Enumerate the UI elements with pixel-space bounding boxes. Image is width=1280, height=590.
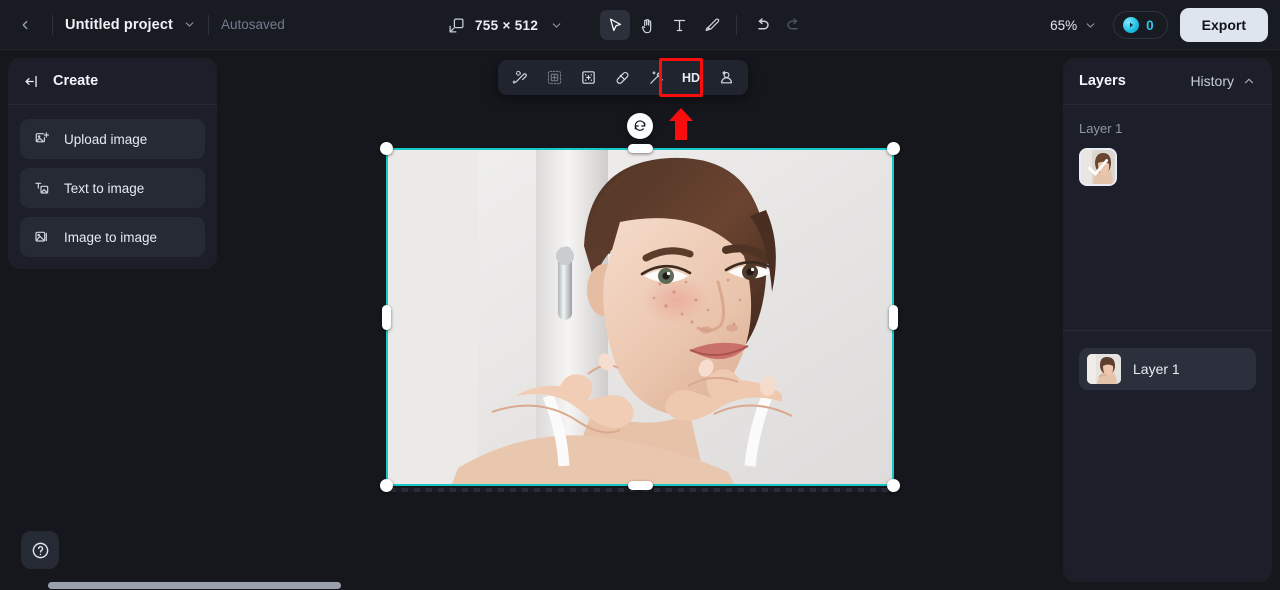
hand-tool[interactable] (632, 10, 662, 40)
rotate-handle-icon (633, 119, 647, 133)
export-button[interactable]: Export (1179, 8, 1268, 42)
help-circle-icon (31, 541, 50, 560)
history-section: Layer 1 (1063, 105, 1272, 186)
create-panel-title: Create (53, 73, 99, 89)
canvas-size-value: 755 × 512 (475, 17, 539, 33)
undo-button[interactable] (747, 10, 777, 40)
history-thumbnail[interactable] (1079, 148, 1117, 186)
young-woman-touching-face-photo (388, 150, 892, 484)
create-panel-header: Create (8, 58, 217, 105)
list-item[interactable]: Layer 1 (1079, 348, 1256, 390)
canvas-size-control[interactable]: 755 × 512 (448, 0, 563, 50)
zoom-control[interactable]: 65% (1046, 14, 1101, 37)
tool-group (600, 0, 809, 50)
check-icon (1081, 150, 1115, 184)
layer-thumbnail (1087, 354, 1121, 384)
chevron-down-icon (183, 18, 196, 31)
resize-handle-top-left[interactable] (380, 142, 393, 155)
divider (736, 15, 737, 35)
project-name: Untitled project (65, 16, 173, 33)
autosaved-status: Autosaved (220, 17, 285, 32)
red-up-arrow-icon (668, 108, 694, 140)
create-panel: Create Upload image Text to image Image … (8, 58, 217, 269)
chevron-up-icon (1242, 74, 1256, 88)
eraser-button[interactable] (606, 64, 638, 91)
divider (52, 14, 53, 35)
image-to-image-label: Image to image (64, 229, 158, 245)
select-subject-button[interactable] (538, 64, 570, 91)
credit-orb-icon (1123, 17, 1140, 33)
top-bar-right: 65% 0 Export (1046, 0, 1268, 50)
text-tool[interactable] (664, 10, 694, 40)
layers-panel-header: Layers History (1063, 58, 1272, 105)
history-toggle[interactable]: History (1190, 73, 1256, 89)
brush-tool[interactable] (696, 10, 726, 40)
text-to-image-label: Text to image (64, 180, 145, 196)
chevron-left-icon (18, 18, 32, 32)
image-to-image-button[interactable]: Image to image (20, 217, 205, 257)
magic-eraser-button[interactable] (504, 64, 536, 91)
panel-divider (1063, 330, 1272, 331)
resize-handle-left[interactable] (382, 305, 391, 330)
resize-handle-top-right[interactable] (887, 142, 900, 155)
image-edit-toolbar: HD (498, 60, 748, 95)
upload-image-label: Upload image (64, 131, 148, 147)
image-to-image-icon (34, 229, 51, 245)
layer-label: Layer 1 (1133, 361, 1180, 377)
top-bar: Untitled project Autosaved 755 × 512 65%… (0, 0, 1280, 50)
upload-image-button[interactable]: Upload image (20, 119, 205, 159)
divider (207, 14, 209, 35)
ai-retouch-button[interactable] (640, 64, 672, 91)
help-button[interactable] (21, 531, 59, 569)
horizontal-scrollbar[interactable] (48, 582, 341, 589)
expand-canvas-button[interactable] (572, 64, 604, 91)
zoom-level: 65% (1050, 17, 1078, 33)
select-tool[interactable] (600, 10, 630, 40)
resize-handle-top[interactable] (628, 144, 653, 153)
horizontal-scrollbar-track (0, 580, 1062, 590)
resize-handle-bottom[interactable] (628, 481, 653, 490)
canvas-image[interactable] (388, 150, 892, 484)
rotate-handle[interactable] (627, 113, 653, 139)
text-to-image-button[interactable]: Text to image (20, 168, 205, 208)
face-retouch-button[interactable] (710, 64, 742, 91)
chevron-down-icon (550, 19, 563, 32)
canvas-resize-icon (448, 17, 465, 34)
upload-image-icon (34, 131, 51, 147)
credits-count: 0 (1146, 17, 1154, 33)
resize-handle-bottom-right[interactable] (887, 479, 900, 492)
resize-handle-right[interactable] (889, 305, 898, 330)
layers-panel: Layers History Layer 1 Layer 1 (1063, 58, 1272, 582)
history-label: History (1190, 73, 1234, 89)
back-button[interactable] (10, 10, 40, 40)
text-to-image-icon (34, 180, 51, 196)
selected-image-frame[interactable] (380, 113, 900, 492)
redo-button[interactable] (779, 10, 809, 40)
layers-panel-title: Layers (1079, 73, 1126, 89)
history-group-label: Layer 1 (1079, 121, 1123, 136)
credits-badge[interactable]: 0 (1113, 11, 1168, 39)
hd-upscale-button[interactable]: HD (674, 64, 708, 91)
create-options-list: Upload image Text to image Image to imag… (8, 105, 217, 257)
project-name-menu[interactable]: Untitled project (65, 17, 196, 33)
collapse-panel-icon[interactable] (24, 73, 41, 90)
chevron-down-icon (1084, 19, 1097, 32)
resize-handle-bottom-left[interactable] (380, 479, 393, 492)
